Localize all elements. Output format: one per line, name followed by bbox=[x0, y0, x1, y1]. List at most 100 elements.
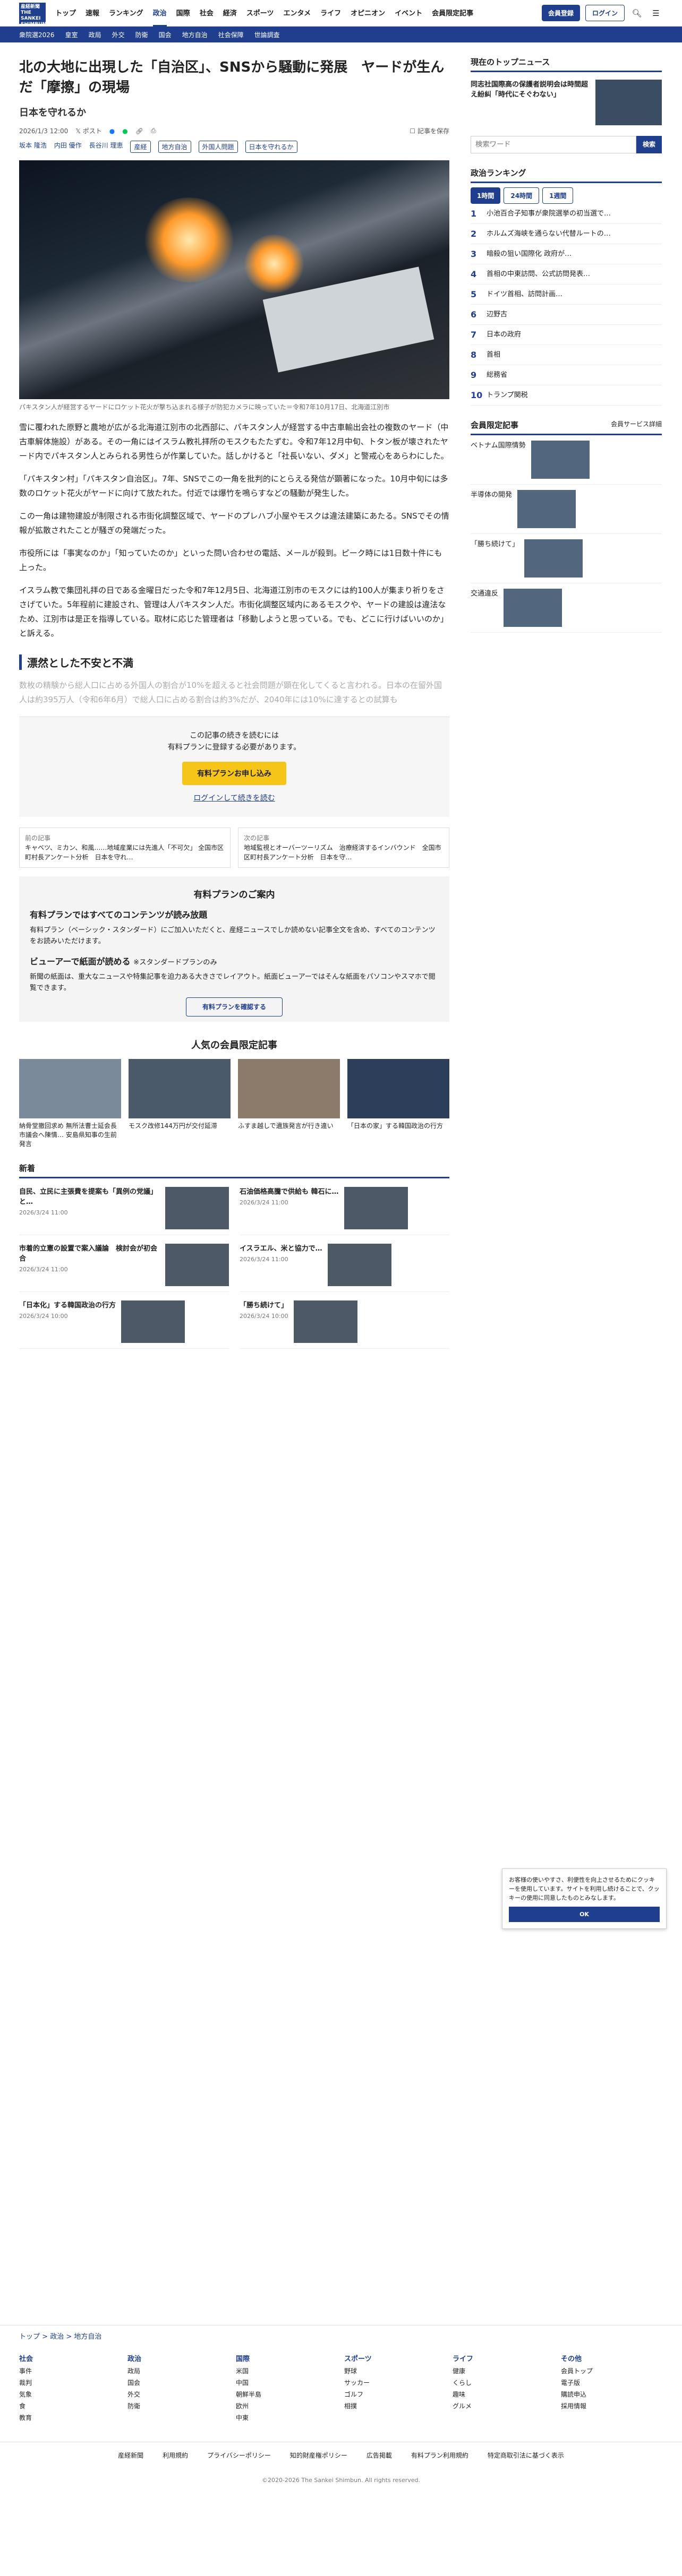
search-button[interactable]: 検索 bbox=[636, 136, 662, 153]
ranking-item[interactable]: 2 ホルムズ海峡を通らない代替ルートの… bbox=[471, 224, 662, 244]
popular-card[interactable]: 「日本の家」する韓国政治の行方 bbox=[347, 1059, 449, 1149]
nav-society[interactable]: 社会 bbox=[200, 0, 214, 27]
sub-nav: 衆院選2026 皇室 政局 外交 防衛 国会 地方自治 社会保障 世論調査 bbox=[0, 27, 682, 42]
x-post-button[interactable]: 𝕏 ポスト bbox=[75, 126, 102, 135]
footer-col: ライフ 健康 くらし 趣味 グルメ bbox=[453, 2355, 474, 2410]
ranking-item[interactable]: 7 日本の政府 bbox=[471, 325, 662, 345]
next-article[interactable]: 次の記事 地域監視とオーバーツーリズム 治療経済するインバウンド 全国市区町村長ア… bbox=[238, 828, 449, 868]
search-icon[interactable]: 🔍︎ bbox=[630, 8, 644, 18]
subnav-item[interactable]: 防衛 bbox=[135, 30, 148, 39]
tab-1w[interactable]: 1週間 bbox=[542, 187, 574, 204]
author-link[interactable]: 内田 優作 bbox=[54, 141, 82, 153]
ranking-item[interactable]: 1 小池百合子知事が衆院選挙の初当選で… bbox=[471, 204, 662, 224]
check-plan-button[interactable]: 有料プランを確認する bbox=[185, 997, 283, 1016]
footer-link[interactable]: 利用規約 bbox=[163, 2451, 188, 2460]
copy-link-icon[interactable]: 🔗︎ bbox=[135, 127, 143, 135]
subnav-item[interactable]: 外交 bbox=[112, 30, 125, 39]
search-input[interactable] bbox=[471, 136, 636, 153]
footer-link[interactable]: プライバシーポリシー bbox=[207, 2451, 271, 2460]
facebook-icon[interactable]: ● bbox=[109, 127, 115, 135]
member-item[interactable]: 半導体の開発 bbox=[471, 485, 662, 534]
news-item[interactable]: 市着的立憲の設置で案入議論 検討会が初会合 2026/3/24 11:00 bbox=[19, 1244, 229, 1292]
tab-24h[interactable]: 24時間 bbox=[504, 187, 540, 204]
login-button[interactable]: ログイン bbox=[585, 5, 625, 21]
tag-link[interactable]: 地方自治 bbox=[158, 141, 191, 153]
topnews-item[interactable]: 同志社国際高の保護者説明会は時間超え紛糾「時代にそぐわない」 bbox=[471, 80, 662, 125]
member-item[interactable]: ベトナム国際情勢 bbox=[471, 435, 662, 485]
faded-paragraph: 数枚の精験から総人口に占める外国人の割合が10%を超えると社会問題が顕在化してく… bbox=[19, 680, 442, 704]
member-item[interactable]: 交通違反 bbox=[471, 583, 662, 633]
nav-top[interactable]: トップ bbox=[55, 0, 76, 27]
prev-article[interactable]: 前の記事 キャベツ、ミカン、和風……地域産業には先進人「不可欠」 全国市区町村長ア… bbox=[19, 828, 231, 868]
paragraph: イスラム教で集団礼拝の日である金曜日だった令和7年12月5日、北海道江別市のモス… bbox=[19, 585, 448, 638]
nav-entertainment[interactable]: エンタメ bbox=[283, 0, 311, 27]
popular-cards: 納骨堂撤回求め 無所法曹士延会長 市議会へ陳情… 安島県知事の生前発言 モスク改… bbox=[19, 1059, 449, 1149]
tag-link[interactable]: 外国人問題 bbox=[198, 141, 238, 153]
login-continue-link[interactable]: ログインして続きを読む bbox=[32, 792, 437, 804]
subnav-item[interactable]: 社会保障 bbox=[218, 30, 244, 39]
menu-icon[interactable]: ☰ bbox=[649, 8, 663, 18]
footer-link[interactable]: 知的財産権ポリシー bbox=[290, 2451, 347, 2460]
topnews-thumb bbox=[595, 80, 662, 125]
breadcrumb-item[interactable]: 政治 bbox=[50, 2333, 64, 2341]
nav-ranking[interactable]: ランキング bbox=[109, 0, 143, 27]
popular-card[interactable]: ふすま越しで遺族発言が行き違い bbox=[238, 1059, 340, 1149]
plan-text: 新聞の紙面は、重大なニュースや特集記事を迫力ある大きさでレイアウト。紙面ビューア… bbox=[30, 973, 436, 992]
news-thumb bbox=[165, 1187, 229, 1229]
card-image bbox=[129, 1059, 231, 1118]
subnav-item[interactable]: 地方自治 bbox=[182, 30, 208, 39]
subscribe-button[interactable]: 有料プランお申し込み bbox=[182, 762, 286, 785]
member-item[interactable]: 「勝ち続けて」 bbox=[471, 534, 662, 583]
news-item[interactable]: 「日本化」する韓国政治の行方 2026/3/24 10:00 bbox=[19, 1300, 229, 1349]
paywall-line: 有料プランに登録する必要があります。 bbox=[167, 743, 301, 752]
subnav-item[interactable]: 政局 bbox=[89, 30, 101, 39]
footer-link[interactable]: 有料プラン利用規約 bbox=[411, 2451, 468, 2460]
nav-member[interactable]: 会員限定記事 bbox=[432, 0, 473, 27]
news-item[interactable]: 「勝ち続けて」 2026/3/24 10:00 bbox=[240, 1300, 449, 1349]
ranking-item[interactable]: 5 ドイツ首相、訪問計画… bbox=[471, 285, 662, 305]
tag-link[interactable]: 産経 bbox=[130, 141, 151, 153]
ranking-item[interactable]: 8 首相 bbox=[471, 345, 662, 365]
nav-sports[interactable]: スポーツ bbox=[246, 0, 274, 27]
save-article-button[interactable]: ☐ 記事を保存 bbox=[410, 126, 449, 135]
nav-life[interactable]: ライフ bbox=[320, 0, 341, 27]
nav-economy[interactable]: 経済 bbox=[223, 0, 237, 27]
popular-card[interactable]: モスク改修144万円が交付延滞 bbox=[129, 1059, 231, 1149]
tag-link[interactable]: 日本を守れるか bbox=[245, 141, 297, 153]
section-heading: 漂然とした不安と不満 bbox=[19, 654, 449, 670]
register-button[interactable]: 会員登録 bbox=[541, 5, 580, 21]
popular-card[interactable]: 納骨堂撤回求め 無所法曹士延会長 市議会へ陳情… 安島県知事の生前発言 bbox=[19, 1059, 121, 1149]
subnav-item[interactable]: 国会 bbox=[159, 30, 172, 39]
news-item[interactable]: 石油価格高騰で供給も 韓石に… 2026/3/24 11:00 bbox=[240, 1187, 449, 1235]
line-icon[interactable]: ● bbox=[122, 127, 127, 135]
ranking-item[interactable]: 10 トランプ関税 bbox=[471, 385, 662, 406]
nav-opinion[interactable]: オピニオン bbox=[351, 0, 385, 27]
ranking-item[interactable]: 3 暗殺の狙い国際化 政府が… bbox=[471, 244, 662, 264]
nav-event[interactable]: イベント bbox=[395, 0, 422, 27]
print-icon[interactable]: ⎙ bbox=[151, 127, 156, 135]
subnav-item[interactable]: 衆院選2026 bbox=[19, 30, 55, 39]
site-logo[interactable]: 産経新聞 THE SANKEI SHIMBUN bbox=[19, 2, 46, 27]
author-link[interactable]: 長谷川 理恵 bbox=[89, 141, 123, 153]
breadcrumb-item[interactable]: 地方自治 bbox=[74, 2333, 101, 2341]
footer-link[interactable]: 特定商取引法に基づく表示 bbox=[488, 2451, 564, 2460]
ranking-item[interactable]: 6 辺野古 bbox=[471, 305, 662, 325]
nav-breaking[interactable]: 速報 bbox=[86, 0, 99, 27]
nav-world[interactable]: 国際 bbox=[176, 0, 190, 27]
author-link[interactable]: 坂本 隆浩 bbox=[19, 141, 47, 153]
ranking-item[interactable]: 9 総務省 bbox=[471, 365, 662, 385]
news-item[interactable]: 自民、立民に主張費を提案も「異例の党議」と… 2026/3/24 11:00 bbox=[19, 1187, 229, 1235]
ranking-item[interactable]: 4 首相の中東訪問、公式訪問発表… bbox=[471, 264, 662, 285]
article-series[interactable]: 日本を守れるか bbox=[19, 105, 449, 119]
breadcrumb-item[interactable]: トップ bbox=[19, 2333, 40, 2341]
subnav-item[interactable]: 皇室 bbox=[65, 30, 78, 39]
subnav-item[interactable]: 世論調査 bbox=[254, 30, 280, 39]
news-thumb bbox=[344, 1187, 408, 1229]
nav-politics[interactable]: 政治 bbox=[152, 0, 167, 27]
news-item[interactable]: イスラエル、米と協力で… 2026/3/24 11:00 bbox=[240, 1244, 449, 1292]
tab-1h[interactable]: 1時間 bbox=[471, 187, 501, 204]
member-more-link[interactable]: 会員サービス詳細 bbox=[611, 419, 662, 430]
cookie-ok-button[interactable]: OK bbox=[509, 1907, 660, 1922]
footer-link[interactable]: 広告掲載 bbox=[366, 2451, 392, 2460]
footer-link[interactable]: 産経新聞 bbox=[118, 2451, 143, 2460]
